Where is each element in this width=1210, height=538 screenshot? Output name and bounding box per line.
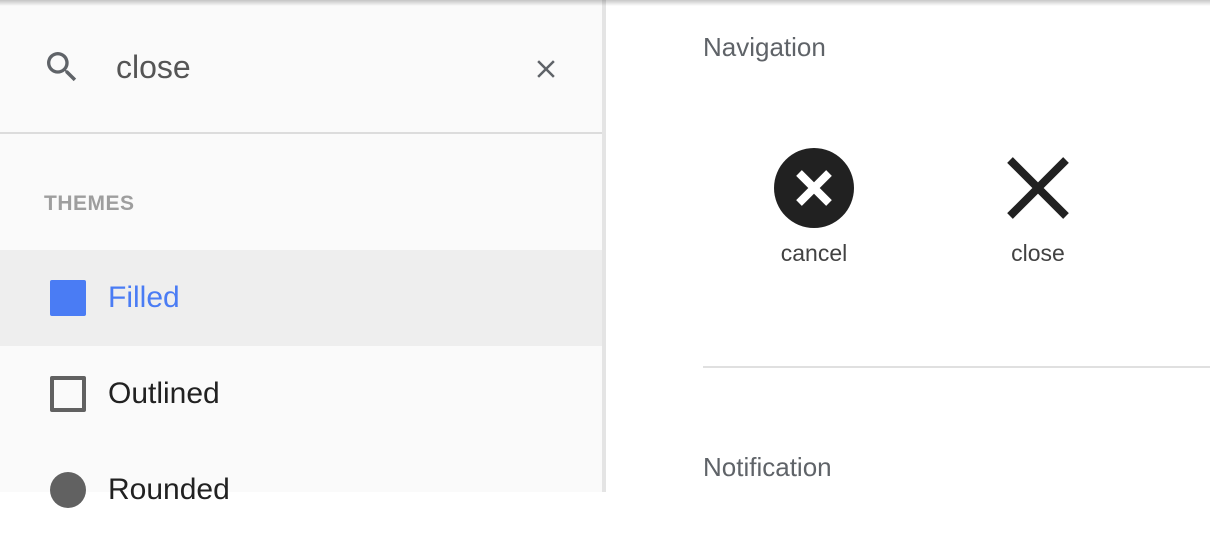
theme-label: Rounded bbox=[108, 473, 230, 506]
search-icon bbox=[47, 52, 77, 82]
filled-square-icon bbox=[50, 280, 86, 316]
section-divider bbox=[703, 366, 1210, 368]
section-title-navigation: Navigation bbox=[703, 32, 826, 62]
icon-label: close bbox=[1011, 240, 1065, 266]
theme-item-outlined[interactable]: Outlined bbox=[0, 346, 602, 442]
close-icon bbox=[1007, 157, 1069, 219]
theme-item-filled[interactable]: Filled bbox=[0, 250, 602, 346]
icon-label: cancel bbox=[780, 240, 848, 266]
clear-search-icon[interactable] bbox=[531, 54, 561, 84]
search-bar bbox=[0, 0, 602, 134]
sidebar: THEMES Filled Outlined Rounded bbox=[0, 0, 602, 508]
outlined-square-icon bbox=[50, 376, 86, 412]
theme-item-rounded[interactable]: Rounded bbox=[0, 442, 602, 538]
theme-label: Outlined bbox=[108, 377, 220, 410]
section-title-notification: Notification bbox=[703, 452, 832, 482]
icon-tile-close[interactable]: close bbox=[963, 130, 1113, 280]
search-input[interactable] bbox=[116, 44, 496, 90]
icon-tile-cancel[interactable]: cancel bbox=[739, 130, 889, 280]
app-bar-shadow bbox=[0, 0, 1210, 6]
theme-label: Filled bbox=[108, 281, 180, 314]
cancel-icon bbox=[774, 148, 854, 228]
themes-heading: THEMES bbox=[44, 192, 135, 215]
rounded-circle-icon bbox=[50, 472, 86, 508]
icon-results: Navigation cancel close Notification bbox=[606, 0, 1210, 492]
